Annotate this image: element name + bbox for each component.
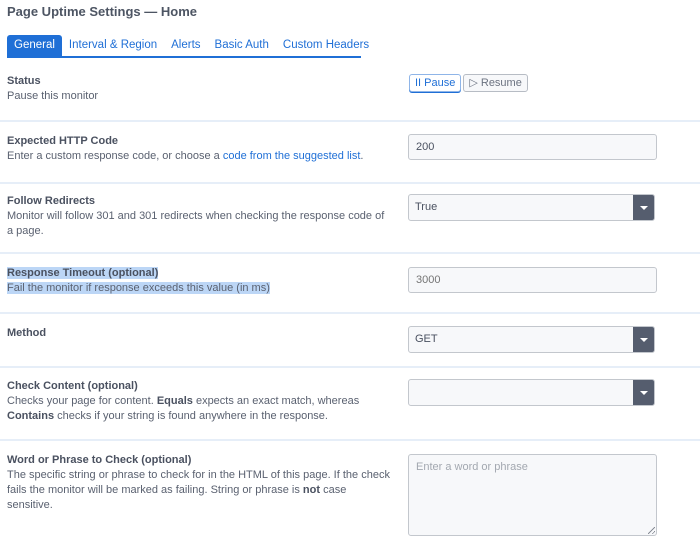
tab-custom-headers[interactable]: Custom Headers — [276, 35, 376, 56]
response-timeout-input[interactable] — [408, 267, 657, 293]
description-text: Enter a custom response code, or choose … — [7, 150, 223, 162]
tab-interval-region[interactable]: Interval & Region — [62, 35, 164, 56]
method-selected-value: GET — [415, 333, 438, 345]
method-title: Method — [7, 327, 47, 339]
contains-keyword: Contains — [7, 410, 55, 422]
status-description: Pause this monitor — [7, 90, 99, 102]
status-row: Status Pause this monitor II Pause ▷ Res… — [0, 66, 700, 120]
method-row: Method GET — [0, 312, 700, 366]
desc-text: Checks your page for content. — [7, 395, 157, 407]
desc-text: expects an exact match, whereas — [192, 395, 360, 407]
tab-general[interactable]: General — [7, 35, 62, 56]
follow-redirects-select[interactable]: True — [408, 194, 655, 221]
desc-text: checks if your string is found anywhere … — [54, 410, 328, 422]
method-label-block: Method — [7, 326, 392, 341]
check-content-label-block: Check Content (optional) Checks your pag… — [7, 379, 392, 424]
check-content-select[interactable] — [408, 379, 655, 406]
caret-down-icon — [639, 205, 648, 210]
resize-handle-icon[interactable] — [648, 527, 655, 534]
expected-http-code-row: Expected HTTP Code Enter a custom respon… — [0, 120, 700, 182]
suggested-codes-link[interactable]: code from the suggested list — [223, 150, 361, 162]
check-content-description: Checks your page for content. Equals exp… — [7, 394, 392, 424]
method-select[interactable]: GET — [408, 326, 655, 353]
dropdown-toggle[interactable] — [633, 327, 654, 352]
expected-http-code-description: Enter a custom response code, or choose … — [7, 149, 392, 164]
dropdown-toggle[interactable] — [633, 380, 654, 405]
check-content-row: Check Content (optional) Checks your pag… — [0, 366, 700, 439]
description-suffix: . — [360, 150, 364, 162]
page-title: Page Uptime Settings — Home — [7, 4, 197, 19]
follow-redirects-label-block: Follow Redirects Monitor will follow 301… — [7, 194, 392, 239]
follow-redirects-selected-value: True — [415, 201, 438, 213]
word-phrase-textarea[interactable]: Enter a word or phrase — [408, 454, 657, 536]
response-timeout-description: Fail the monitor if response exceeds thi… — [7, 282, 270, 294]
equals-keyword: Equals — [156, 395, 193, 407]
caret-down-icon — [639, 337, 648, 342]
response-timeout-title: Response Timeout (optional) — [7, 267, 159, 279]
expected-http-code-input[interactable] — [408, 134, 657, 160]
word-phrase-title: Word or Phrase to Check (optional) — [7, 454, 192, 466]
status-button-group: II Pause ▷ Resume — [409, 74, 528, 92]
word-phrase-row: Word or Phrase to Check (optional) The s… — [0, 439, 700, 547]
expected-http-code-title: Expected HTTP Code — [7, 135, 119, 147]
settings-tabs: General Interval & Region Alerts Basic A… — [7, 35, 369, 58]
check-content-title: Check Content (optional) — [7, 380, 138, 392]
dropdown-toggle[interactable] — [633, 195, 654, 220]
follow-redirects-title: Follow Redirects — [7, 195, 96, 207]
follow-redirects-row: Follow Redirects Monitor will follow 301… — [0, 182, 700, 252]
resume-button[interactable]: ▷ Resume — [463, 74, 528, 92]
status-label-block: Status Pause this monitor — [7, 74, 392, 104]
expected-http-code-label-block: Expected HTTP Code Enter a custom respon… — [7, 134, 392, 164]
follow-redirects-description: Monitor will follow 301 and 301 redirect… — [7, 210, 385, 237]
status-title: Status — [7, 75, 41, 87]
tab-alerts[interactable]: Alerts — [164, 35, 207, 56]
not-keyword: not — [302, 484, 321, 496]
caret-down-icon — [639, 390, 648, 395]
response-timeout-label-block: Response Timeout (optional) Fail the mon… — [7, 266, 392, 296]
word-phrase-label-block: Word or Phrase to Check (optional) The s… — [7, 453, 392, 513]
word-phrase-placeholder: Enter a word or phrase — [416, 461, 528, 473]
response-timeout-row: Response Timeout (optional) Fail the mon… — [0, 252, 700, 312]
word-phrase-description: The specific string or phrase to check f… — [7, 468, 392, 513]
pause-button[interactable]: II Pause — [409, 74, 462, 92]
tab-basic-auth[interactable]: Basic Auth — [208, 35, 276, 56]
